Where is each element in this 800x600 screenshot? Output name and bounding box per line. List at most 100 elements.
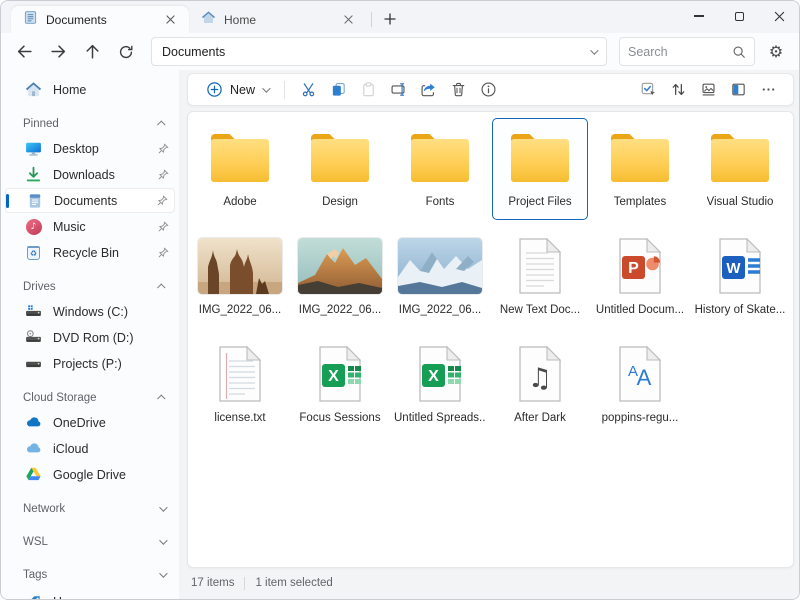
file-label: IMG_2022_06... <box>399 304 481 316</box>
tab-home[interactable]: Home <box>189 6 367 33</box>
sidebar-item-documents[interactable]: Documents <box>5 188 175 213</box>
sidebar-section-cloud-storage[interactable]: Cloud Storage <box>3 387 177 409</box>
file-list-panel: Adobe Design Fonts Project Files Templat… <box>187 111 794 568</box>
file-tile[interactable]: AA poppins-regu... <box>592 334 688 436</box>
file-tile[interactable]: P Untitled Docum... <box>592 226 688 328</box>
file-tile[interactable]: ♫ After Dark <box>492 334 588 436</box>
file-tile[interactable]: IMG_2022_06... <box>392 226 488 328</box>
up-button[interactable] <box>77 38 107 66</box>
cut-icon <box>300 81 317 98</box>
file-tile[interactable]: Project Files <box>492 118 588 220</box>
minimize-icon <box>694 15 704 16</box>
file-tile[interactable]: Fonts <box>392 118 488 220</box>
file-label: Design <box>322 196 358 208</box>
sidebar-item-music[interactable]: ♪ Music <box>5 214 175 239</box>
google-drive-icon <box>25 466 42 483</box>
forward-button[interactable] <box>43 38 73 66</box>
sidebar-section-pinned[interactable]: Pinned <box>3 113 177 135</box>
sidebar-item-icloud[interactable]: iCloud <box>5 436 175 461</box>
svg-text:A: A <box>637 365 652 390</box>
sidebar-item-windows-c[interactable]: Windows (C:) <box>5 299 175 324</box>
sidebar-section-tags[interactable]: Tags <box>3 564 177 586</box>
file-tile[interactable]: X Focus Sessions <box>292 334 388 436</box>
copy-button[interactable] <box>323 77 353 103</box>
file-tile[interactable]: license.txt <box>192 334 288 436</box>
search-box[interactable] <box>619 37 755 66</box>
file-label: Fonts <box>426 196 455 208</box>
sidebar-item-downloads[interactable]: Downloads <box>5 162 175 187</box>
tab-documents[interactable]: Documents <box>11 6 189 33</box>
circle-plus-icon <box>206 81 223 98</box>
icloud-icon <box>25 440 42 457</box>
chevron-down-icon <box>159 569 167 577</box>
settings-button[interactable]: ⚙ <box>763 39 789 65</box>
close-button[interactable] <box>759 1 799 31</box>
sidebar-section-network[interactable]: Network <box>3 498 177 520</box>
sidebar-item-dvd-d[interactable]: DVD Rom (D:) <box>5 325 175 350</box>
sidebar-item-projects-p[interactable]: Projects (P:) <box>5 351 175 376</box>
items-count: 17 items <box>191 577 234 589</box>
select-mode-icon <box>640 81 657 98</box>
sidebar-item-home[interactable]: Home <box>5 77 175 102</box>
file-tile[interactable]: Design <box>292 118 388 220</box>
image-snow-icon <box>398 234 482 298</box>
share-icon <box>420 81 437 98</box>
rename-button[interactable] <box>383 77 413 103</box>
command-toolbar: New <box>187 73 794 106</box>
sidebar-item-google-drive[interactable]: Google Drive <box>5 462 175 487</box>
selected-count: 1 item selected <box>255 577 332 589</box>
sidebar-item-desktop[interactable]: Desktop <box>5 136 175 161</box>
file-tile[interactable]: IMG_2022_06... <box>192 226 288 328</box>
file-tile[interactable]: New Text Doc... <box>492 226 588 328</box>
paste-button[interactable] <box>353 77 383 103</box>
file-label: Untitled Docum... <box>596 304 684 316</box>
address-bar[interactable]: Documents <box>151 37 607 66</box>
properties-button[interactable] <box>473 77 503 103</box>
chevron-down-icon[interactable] <box>590 46 598 54</box>
new-tab-button[interactable] <box>378 7 402 31</box>
new-button[interactable]: New <box>198 77 276 103</box>
toolbar-divider <box>284 81 285 99</box>
sidebar-section-drives[interactable]: Drives <box>3 276 177 298</box>
refresh-icon <box>118 44 134 60</box>
sidebar-section-wsl[interactable]: WSL <box>3 531 177 553</box>
file-tile[interactable]: Templates <box>592 118 688 220</box>
sidebar-item-onedrive[interactable]: OneDrive <box>5 410 175 435</box>
gear-icon: ⚙ <box>769 42 783 62</box>
folder-icon <box>408 126 472 190</box>
refresh-button[interactable] <box>111 38 141 66</box>
file-tile[interactable]: IMG_2022_06... <box>292 226 388 328</box>
minimize-button[interactable] <box>679 1 719 31</box>
delete-button[interactable] <box>443 77 473 103</box>
file-tile[interactable]: W History of Skate... <box>692 226 788 328</box>
back-button[interactable] <box>9 38 39 66</box>
view-button[interactable] <box>693 77 723 103</box>
see-more-button[interactable] <box>753 77 783 103</box>
details-pane-button[interactable] <box>723 77 753 103</box>
file-tile[interactable]: Adobe <box>192 118 288 220</box>
sidebar-item-recycle-bin[interactable]: ♻ Recycle Bin <box>5 240 175 265</box>
image-mountain-icon <box>298 234 382 298</box>
multi-select-button[interactable] <box>633 77 663 103</box>
back-arrow-icon <box>16 43 33 60</box>
tab-close-icon[interactable] <box>339 11 357 29</box>
view-icon <box>700 81 717 98</box>
file-label: Visual Studio <box>707 196 774 208</box>
sort-button[interactable] <box>663 77 693 103</box>
pin-icon <box>157 169 169 180</box>
file-tile[interactable]: Visual Studio <box>692 118 788 220</box>
rename-icon <box>390 81 407 98</box>
music-icon: ♪ <box>25 218 42 235</box>
tab-close-icon[interactable] <box>161 11 179 29</box>
file-label: Templates <box>614 196 666 208</box>
search-input[interactable] <box>628 45 732 59</box>
file-label: Project Files <box>508 196 571 208</box>
maximize-button[interactable] <box>719 1 759 31</box>
svg-text:W: W <box>726 260 741 277</box>
cut-button[interactable] <box>293 77 323 103</box>
file-label: Adobe <box>223 196 256 208</box>
powerpoint-icon: P <box>617 234 663 298</box>
share-button[interactable] <box>413 77 443 103</box>
sidebar-item-tag-home[interactable]: Home <box>5 589 175 599</box>
file-tile[interactable]: X Untitled Spreads... <box>392 334 488 436</box>
